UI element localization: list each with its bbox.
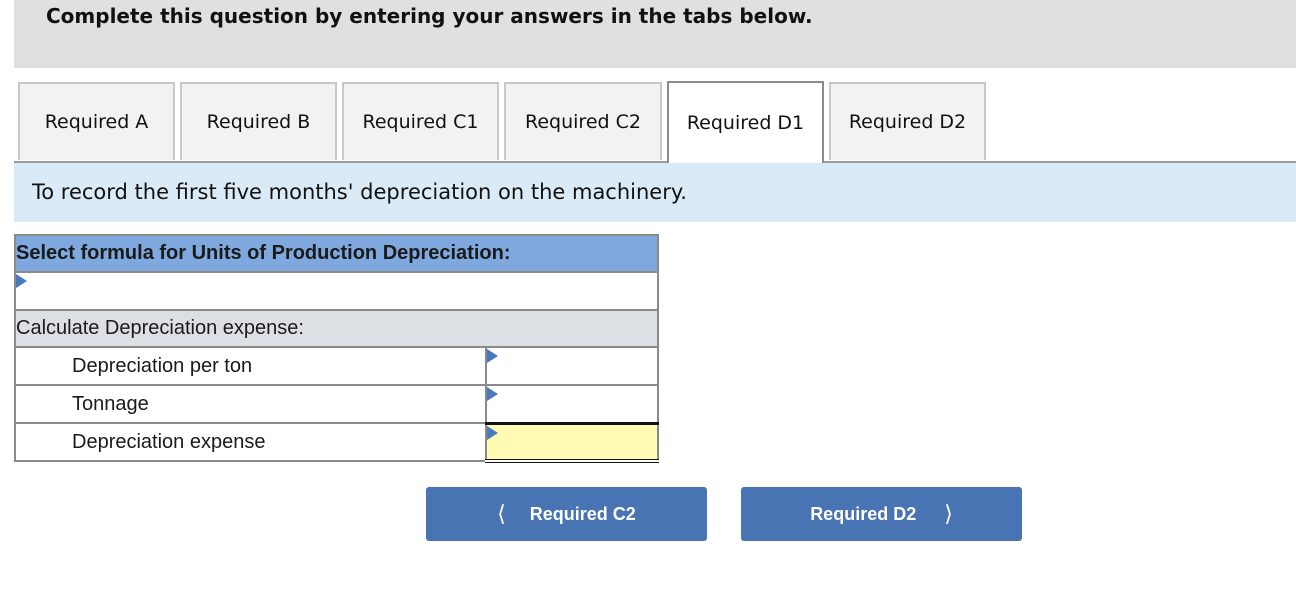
depreciation-expense-label: Depreciation expense — [14, 422, 487, 462]
next-button-label: Required D2 — [810, 503, 917, 524]
table-row: Depreciation per ton — [14, 346, 659, 386]
header-title: Complete this question by entering your … — [46, 4, 813, 28]
next-required-d2-button[interactable]: Required D2 ⟩ — [741, 487, 1022, 541]
depreciation-expense-input[interactable] — [487, 424, 657, 459]
table-row: Depreciation expense — [14, 421, 659, 463]
tab-required-c2[interactable]: Required C2 — [504, 82, 662, 160]
depreciation-per-ton-input[interactable] — [487, 348, 657, 384]
calc-header-row: Calculate Depreciation expense: — [14, 309, 659, 348]
prev-button-label: Required C2 — [529, 503, 636, 524]
tab-required-d1[interactable]: Required D1 — [667, 81, 824, 163]
formula-select-cell[interactable] — [14, 271, 659, 311]
formula-select[interactable] — [16, 273, 657, 309]
formula-header: Select formula for Units of Production D… — [14, 234, 659, 273]
chevron-left-icon: ⟨ — [497, 501, 506, 526]
instruction-bar: To record the first five months' depreci… — [14, 163, 1296, 222]
tab-required-b[interactable]: Required B — [180, 82, 337, 160]
tonnage-label: Tonnage — [14, 384, 487, 424]
prev-required-c2-button[interactable]: ⟨ Required C2 — [426, 487, 707, 541]
depreciation-expense-cell[interactable] — [485, 421, 659, 463]
calc-header: Calculate Depreciation expense: — [14, 309, 659, 348]
instruction-text: To record the first five months' depreci… — [32, 180, 687, 204]
tonnage-cell[interactable] — [485, 384, 659, 424]
formula-header-row: Select formula for Units of Production D… — [14, 234, 659, 273]
tab-required-c1[interactable]: Required C1 — [342, 82, 499, 160]
chevron-right-icon: ⟩ — [944, 501, 953, 526]
table-row: Tonnage — [14, 384, 659, 424]
tab-bar: Required A Required B Required C1 Requir… — [14, 81, 1296, 163]
tonnage-input[interactable] — [487, 386, 657, 422]
formula-row — [14, 271, 659, 311]
depreciation-per-ton-cell[interactable] — [485, 346, 659, 386]
tab-required-a[interactable]: Required A — [18, 82, 175, 160]
depreciation-worksheet: Select formula for Units of Production D… — [14, 234, 659, 463]
tab-required-d2[interactable]: Required D2 — [829, 82, 986, 160]
question-header: Complete this question by entering your … — [14, 0, 1296, 68]
depreciation-per-ton-label: Depreciation per ton — [14, 346, 487, 386]
